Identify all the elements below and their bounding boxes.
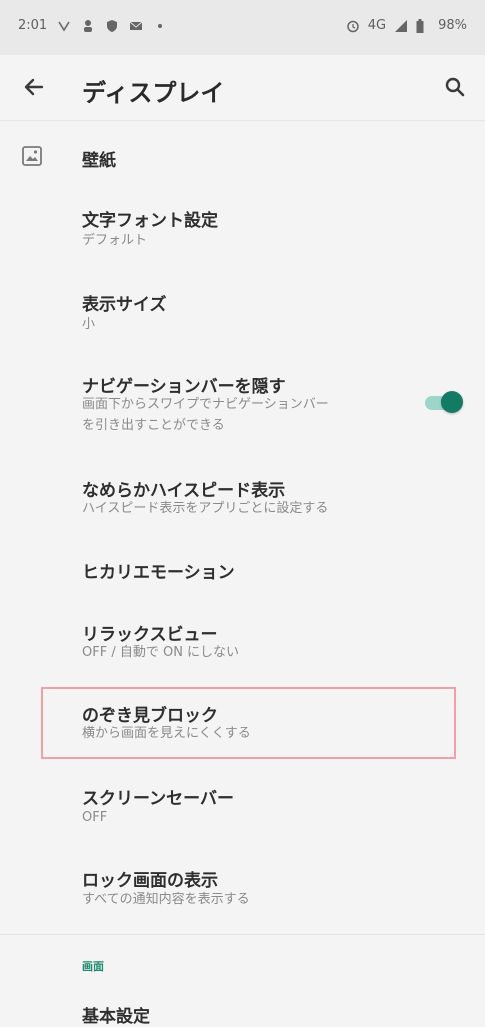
screen-saver-subtitle: OFF (82, 810, 108, 825)
wallpaper-icon (22, 146, 42, 166)
font-subtitle: デフォルト (82, 233, 148, 248)
nav-bar-subtitle-line1: 画面下からスワイプでナビゲーションバー (82, 397, 329, 412)
setting-high-speed[interactable]: なめらかハイスピード表示 ハイスピード表示をアプリごとに設定する (0, 466, 485, 534)
setting-screen-saver[interactable]: スクリーンセーバー OFF (0, 776, 485, 844)
setting-relax-view[interactable]: リラックスビュー OFF / 自動で ON にしない (0, 610, 485, 678)
status-left: 2:01 (18, 18, 167, 33)
display-size-title: 表示サイズ (82, 295, 167, 315)
section-label: 画面 (82, 960, 104, 973)
relax-view-subtitle: OFF / 自動で ON にしない (82, 645, 240, 660)
setting-hikari-emotion[interactable]: ヒカリエモーション (0, 548, 485, 598)
peek-block-subtitle: 横から画面を見えにくくする (82, 726, 251, 741)
network-label: 4G (367, 18, 387, 33)
search-button[interactable] (439, 71, 471, 103)
app-toolbar: ディスプレイ (0, 55, 485, 120)
nav-bar-toggle[interactable] (425, 390, 465, 414)
screen-saver-title: スクリーンセーバー (82, 789, 234, 809)
dot-icon (153, 19, 167, 33)
setting-wallpaper[interactable]: 壁紙 (0, 128, 485, 186)
status-bar: 2:01 4G 98% (0, 0, 485, 55)
status-right: 4G 98% (346, 18, 467, 33)
setting-peek-block[interactable]: のぞき見ブロック 横から画面を見えにくくする (0, 692, 485, 756)
setting-font[interactable]: 文字フォント設定 デフォルト (0, 196, 485, 264)
setting-display-size[interactable]: 表示サイズ 小 (0, 280, 485, 348)
hikari-emotion-title: ヒカリエモーション (82, 563, 235, 583)
mail-icon (129, 19, 143, 33)
lock-screen-subtitle: すべての通知内容を表示する (82, 892, 250, 907)
toolbar-divider (0, 120, 485, 121)
shield-icon (105, 19, 119, 33)
high-speed-subtitle: ハイスピード表示をアプリごとに設定する (82, 501, 329, 516)
section-divider (0, 934, 485, 935)
toggle-thumb (441, 391, 463, 413)
status-time: 2:01 (18, 18, 48, 33)
battery-percent: 98% (438, 18, 467, 33)
lock-screen-title: ロック画面の表示 (82, 871, 218, 891)
wallpaper-title: 壁紙 (82, 151, 116, 171)
arrow-left-icon (24, 78, 44, 96)
font-title: 文字フォント設定 (82, 211, 218, 231)
display-size-subtitle: 小 (82, 317, 96, 332)
signal-icon (394, 19, 408, 33)
setting-nav-bar[interactable]: ナビゲーションバーを隠す 画面下からスワイプでナビゲーションバー を引き出すこと… (0, 362, 485, 452)
battery-icon (416, 18, 430, 33)
setting-lock-screen[interactable]: ロック画面の表示 すべての通知内容を表示する (0, 858, 485, 926)
basic-settings-title: 基本設定 (82, 1007, 150, 1027)
person-icon (81, 19, 95, 33)
setting-basic[interactable]: 基本設定 (0, 994, 485, 1027)
vpn-icon (57, 19, 71, 33)
alarm-icon (346, 19, 360, 33)
page-title: ディスプレイ (82, 79, 225, 107)
search-icon (445, 77, 465, 97)
back-button[interactable] (18, 71, 50, 103)
nav-bar-subtitle-line2: を引き出すことができる (82, 418, 225, 433)
